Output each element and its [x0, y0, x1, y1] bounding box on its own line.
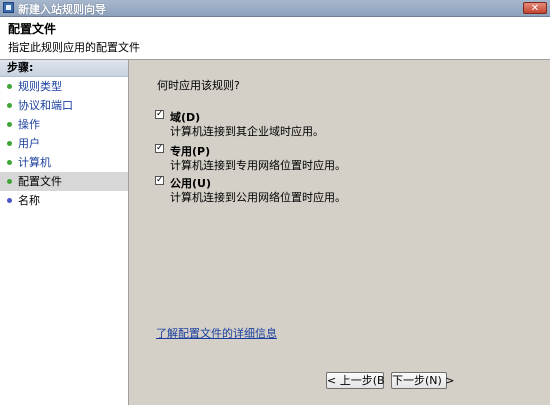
domain-checkbox[interactable]: ✓	[155, 110, 164, 119]
sidebar-item-action[interactable]: 操作	[0, 115, 128, 134]
private-description: 计算机连接到专用网络位置时应用。	[170, 159, 346, 172]
page-title: 配置文件	[8, 22, 57, 36]
sidebar-item-name[interactable]: 名称	[0, 191, 128, 210]
step-complete-bullet-icon	[7, 122, 12, 127]
sidebar-item-label: 规则类型	[18, 80, 62, 93]
public-description: 计算机连接到公用网络位置时应用。	[170, 191, 346, 204]
learn-more-link[interactable]: 了解配置文件的详细信息	[156, 325, 277, 341]
step-complete-bullet-icon	[7, 160, 12, 165]
step-complete-bullet-icon	[7, 103, 12, 108]
sidebar-item-label: 协议和端口	[18, 99, 73, 112]
sidebar-item-label: 计算机	[18, 156, 51, 169]
public-checkbox[interactable]: ✓	[155, 176, 164, 185]
window-title: 新建入站规则向导	[18, 3, 106, 16]
firewall-app-icon	[3, 2, 14, 13]
sidebar-item-label: 名称	[18, 194, 40, 207]
domain-description: 计算机连接到其企业域时应用。	[170, 125, 324, 138]
sidebar-item-rule-type[interactable]: 规则类型	[0, 77, 128, 96]
next-button[interactable]: 下一步(N) >	[391, 372, 455, 389]
question-label: 何时应用该规则?	[157, 79, 240, 92]
steps-sidebar: 步骤: 规则类型 协议和端口 操作 用户 计算机 配置文件 名称	[0, 60, 129, 405]
wizard-header: 配置文件 指定此规则应用的配置文件	[0, 17, 550, 60]
title-bar: 新建入站规则向导 ✕	[0, 0, 550, 17]
sidebar-item-users[interactable]: 用户	[0, 134, 128, 153]
sidebar-item-label: 操作	[18, 118, 40, 131]
profile-content: 何时应用该规则? ✓ 域(D) 计算机连接到其企业域时应用。 ✓ 专用(P) 计…	[129, 60, 550, 405]
sidebar-item-label: 配置文件	[18, 175, 62, 188]
sidebar-item-profile[interactable]: 配置文件	[0, 172, 128, 191]
step-complete-bullet-icon	[7, 141, 12, 146]
sidebar-item-computers[interactable]: 计算机	[0, 153, 128, 172]
private-checkbox[interactable]: ✓	[155, 144, 164, 153]
step-pending-bullet-icon	[7, 198, 12, 203]
page-subtitle: 指定此规则应用的配置文件	[8, 41, 140, 54]
step-complete-bullet-icon	[7, 179, 12, 184]
close-button[interactable]: ✕	[523, 2, 547, 14]
sidebar-item-protocol-ports[interactable]: 协议和端口	[0, 96, 128, 115]
step-complete-bullet-icon	[7, 84, 12, 89]
steps-heading: 步骤:	[0, 60, 128, 77]
sidebar-item-label: 用户	[18, 137, 40, 150]
back-button[interactable]: < 上一步(B	[326, 372, 385, 389]
